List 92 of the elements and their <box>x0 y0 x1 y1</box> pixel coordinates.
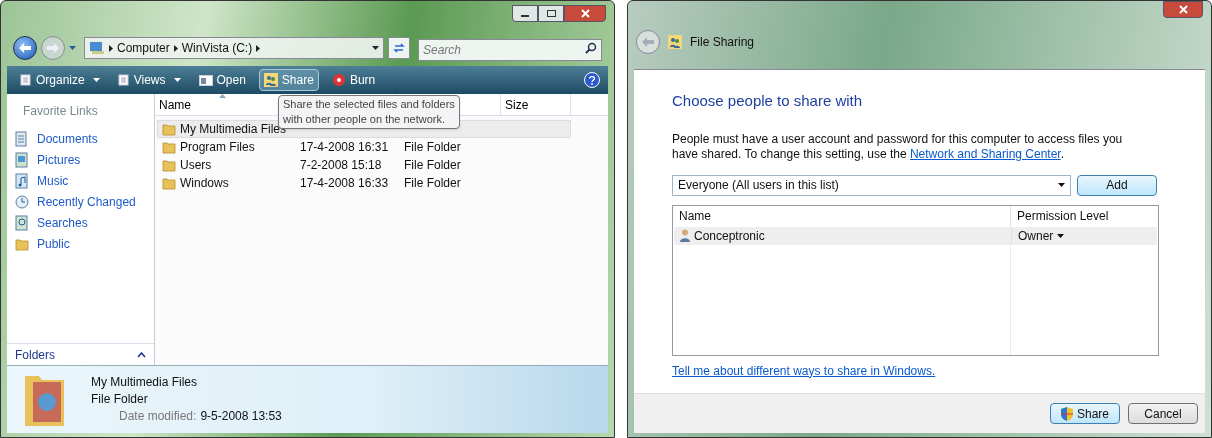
add-button[interactable]: Add <box>1077 174 1157 196</box>
address-bar[interactable]: Computer WinVista (C:) <box>84 37 384 59</box>
music-icon <box>15 172 29 189</box>
user-dropdown[interactable]: Everyone (All users in this list) <box>672 174 1071 196</box>
file-row[interactable]: Windows 17-4-2008 16:33 File Folder <box>157 174 571 192</box>
user-row[interactable]: Conceptronic Owner <box>674 226 1157 245</box>
picture-icon <box>15 151 29 168</box>
file-name: Windows <box>180 175 229 192</box>
toolbar-button[interactable]: Organize <box>15 69 105 91</box>
close-button[interactable] <box>1163 1 1203 18</box>
folder-icon <box>162 140 176 154</box>
details-name: My Multimedia Files <box>91 374 199 391</box>
toolbar-button[interactable]: Share <box>258 69 319 91</box>
disc-icon <box>331 73 346 87</box>
folder-icon <box>162 122 176 136</box>
type-cell: File Folder <box>404 158 461 172</box>
dialog-heading: Choose people to share with <box>672 91 864 111</box>
computer-icon <box>89 41 105 55</box>
favorite-link[interactable]: Recently Changed <box>15 191 146 212</box>
favorite-link[interactable]: Searches <box>15 212 146 233</box>
minimize-button[interactable] <box>512 5 538 22</box>
search-icon <box>585 42 597 54</box>
window-icon <box>198 74 213 86</box>
search-field[interactable]: Search <box>418 39 602 61</box>
breadcrumb-item[interactable]: Computer <box>117 39 170 57</box>
permission-dropdown[interactable]: Owner <box>1011 226 1157 245</box>
favorite-link[interactable]: Public <box>15 233 146 254</box>
caret-icon <box>1057 233 1065 238</box>
favorite-link[interactable]: Pictures <box>15 149 146 170</box>
date-cell: 17-4-2008 16:33 <box>300 176 389 190</box>
network-sharing-link[interactable]: Network and Sharing Center <box>909 146 1061 161</box>
help-link[interactable]: Tell me about different ways to share in Windows. <box>672 361 936 380</box>
back-arrow-icon <box>642 37 654 47</box>
help-icon <box>589 75 595 85</box>
file-name: Users <box>180 157 212 174</box>
chevron-icon <box>109 44 113 52</box>
file-row[interactable]: Users 7-2-2008 15:18 File Folder <box>157 156 571 174</box>
column-header[interactable]: Name <box>673 205 1011 227</box>
close-button[interactable] <box>564 5 606 22</box>
section-title: Favorite Links <box>22 103 99 120</box>
details-type: File Folder <box>91 391 149 408</box>
dialog-button[interactable]: Cancel <box>1128 403 1198 424</box>
caret-icon <box>173 78 181 82</box>
file-name: Program Files <box>180 139 255 156</box>
chevron-icon <box>173 44 178 52</box>
help-button[interactable] <box>584 72 600 88</box>
date-cell: 7-2-2008 15:18 <box>300 158 382 172</box>
toolbar-button[interactable]: Burn <box>326 69 381 91</box>
user-icon <box>680 229 690 242</box>
clock-icon <box>15 193 29 210</box>
back-arrow-icon <box>19 43 31 53</box>
refresh-icon <box>393 42 405 54</box>
favorite-link[interactable]: Music <box>15 170 146 191</box>
maximize-button[interactable] <box>538 5 564 22</box>
search-folder-icon <box>15 214 29 231</box>
chevron-icon <box>256 44 261 52</box>
forward-arrow-icon <box>47 43 59 53</box>
folder-icon <box>15 236 29 251</box>
caret-icon <box>69 46 76 50</box>
column-header[interactable]: Permission Level <box>1011 205 1158 227</box>
back-button[interactable] <box>13 36 37 60</box>
breadcrumb-item[interactable]: WinVista (C:) <box>181 39 253 57</box>
column-header[interactable]: Name <box>159 95 191 114</box>
window-title: File Sharing <box>690 34 755 51</box>
details-label: Date modified: <box>119 408 197 425</box>
close-icon <box>1178 5 1188 14</box>
menu-icon <box>20 74 32 86</box>
collapse-icon <box>137 351 146 358</box>
caret-icon <box>92 78 100 82</box>
caret-icon <box>1058 183 1065 187</box>
menu-icon <box>117 74 130 86</box>
details-value: 9-5-2008 13:53 <box>200 408 282 425</box>
date-cell: 17-4-2008 16:31 <box>300 140 389 154</box>
refresh-button[interactable] <box>388 37 410 59</box>
document-icon <box>15 130 29 147</box>
people-icon <box>668 35 682 49</box>
type-cell: File Folder <box>404 140 461 154</box>
caret-icon <box>372 46 379 50</box>
favorite-link[interactable]: Documents <box>15 128 146 149</box>
dialog-button[interactable]: Share <box>1050 403 1120 424</box>
close-icon <box>580 9 590 18</box>
folder-icon <box>162 176 176 190</box>
user-name: Conceptronic <box>694 227 765 245</box>
file-row[interactable]: Program Files 17-4-2008 16:31 File Folder <box>157 138 571 156</box>
toolbar-button[interactable]: Views <box>112 69 186 91</box>
shield-icon <box>1061 406 1073 421</box>
instruction-text: People must have a user account and password for this computer to access files you have shared. To change this setting, use the Network and Sharing Center. <box>672 131 1124 162</box>
toolbar-button[interactable]: Open <box>193 69 251 91</box>
column-header[interactable]: Size <box>501 94 571 115</box>
people-icon <box>263 73 278 87</box>
folder-icon <box>162 158 176 172</box>
type-cell: File Folder <box>404 176 461 190</box>
